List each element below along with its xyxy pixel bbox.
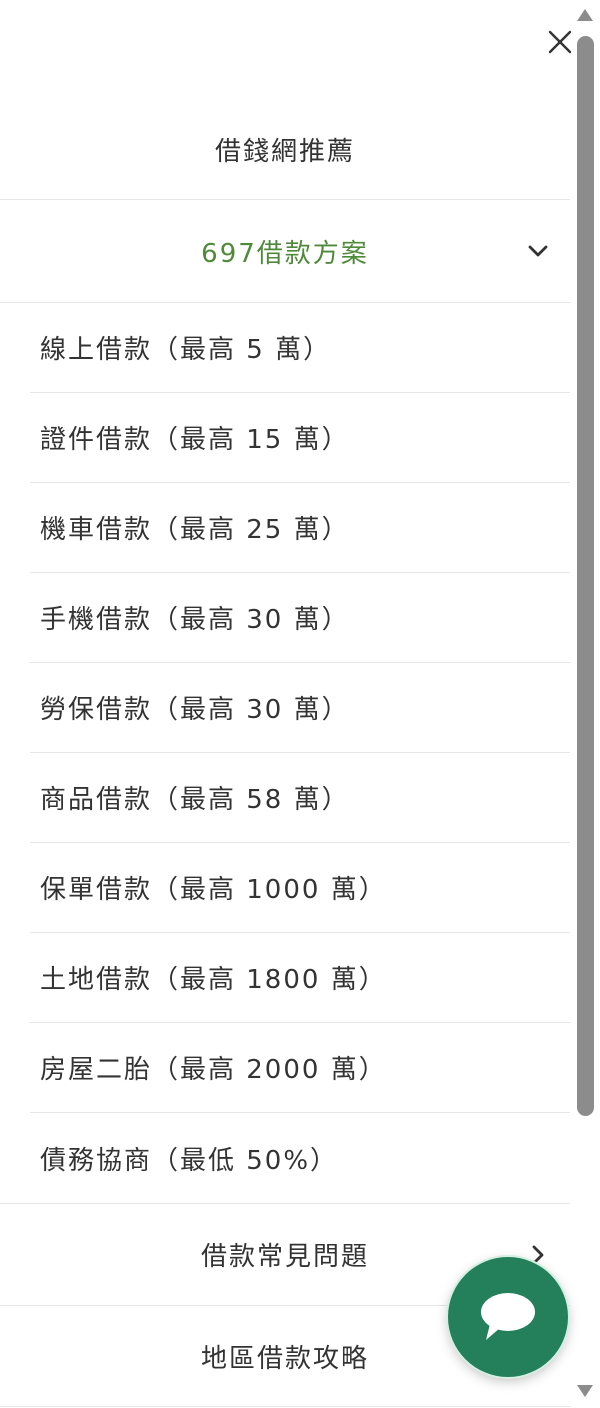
- list-item[interactable]: 房屋二胎（最高 2000 萬）: [30, 1023, 570, 1113]
- menu-group-loan-plans[interactable]: 697借款方案: [0, 200, 570, 303]
- list-item[interactable]: 勞保借款（最高 30 萬）: [30, 663, 570, 753]
- loan-plan-list: 線上借款（最高 5 萬） 證件借款（最高 15 萬） 機車借款（最高 25 萬）…: [30, 303, 570, 1203]
- list-item[interactable]: 土地借款（最高 1800 萬）: [30, 933, 570, 1023]
- list-item[interactable]: 債務協商（最低 50%）: [30, 1113, 570, 1203]
- scrollbar-thumb[interactable]: [577, 36, 594, 1116]
- close-button[interactable]: [546, 28, 574, 56]
- scroll-up-arrow-icon[interactable]: [576, 8, 594, 22]
- list-item[interactable]: 保單借款（最高 1000 萬）: [30, 843, 570, 933]
- menu-item-faq-label: 借款常見問題: [200, 1242, 369, 1272]
- menu-group-label: 697借款方案: [201, 238, 369, 269]
- chevron-down-icon: [528, 245, 548, 257]
- list-item[interactable]: 線上借款（最高 5 萬）: [30, 303, 570, 393]
- side-menu-panel: 借錢網推薦 697借款方案 線上借款（最高 5 萬） 證件借款（最高 15 萬）…: [0, 0, 572, 1408]
- chat-button[interactable]: [448, 1257, 568, 1377]
- chat-bubble-icon: [481, 1293, 535, 1340]
- close-icon: [548, 30, 572, 54]
- menu-title-recommend[interactable]: 借錢網推薦: [0, 100, 570, 200]
- list-item[interactable]: 證件借款（最高 15 萬）: [30, 393, 570, 483]
- menu-item-region-label: 地區借款攻略: [200, 1343, 369, 1374]
- list-item[interactable]: 手機借款（最高 30 萬）: [30, 573, 570, 663]
- scroll-down-arrow-icon[interactable]: [576, 1384, 594, 1398]
- list-item[interactable]: 機車借款（最高 25 萬）: [30, 483, 570, 573]
- list-item[interactable]: 商品借款（最高 58 萬）: [30, 753, 570, 843]
